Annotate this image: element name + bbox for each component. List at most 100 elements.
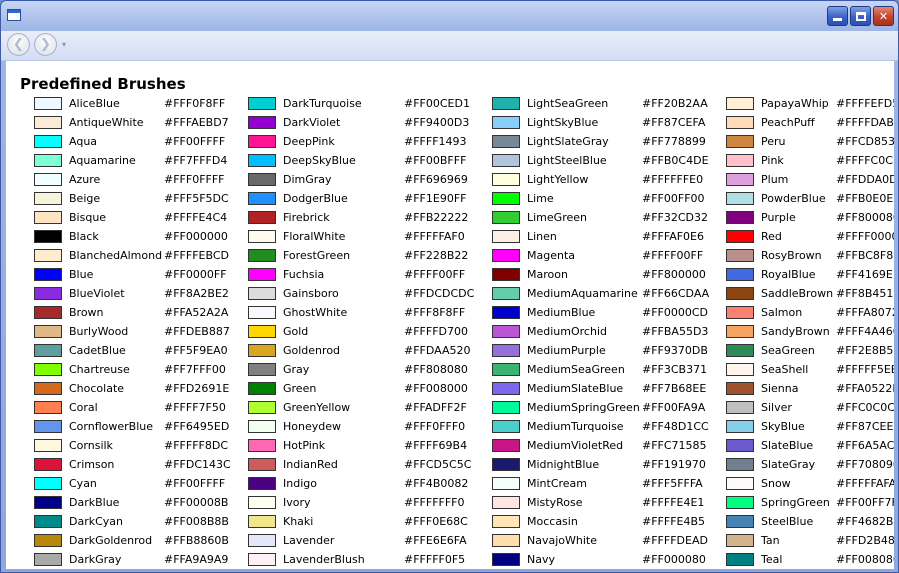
- brush-name: MediumVioletRed: [527, 439, 624, 452]
- brush-hex-value: #FF800080: [836, 211, 894, 224]
- color-swatch: [492, 306, 520, 319]
- color-swatch: [492, 344, 520, 357]
- brush-name: Snow: [761, 477, 791, 490]
- brush-hex-value: #FFFFE4B5: [642, 515, 706, 528]
- brush-hex-value: #FF32CD32: [642, 211, 709, 224]
- brush-hex-value: #FFFFFAFA: [836, 477, 894, 490]
- color-swatch: [248, 534, 276, 547]
- brush-name: Pink: [761, 154, 784, 167]
- color-swatch: [726, 344, 754, 357]
- color-swatch: [34, 553, 62, 566]
- brush-hex-value: #FFBA55D3: [642, 325, 709, 338]
- color-swatch: [492, 458, 520, 471]
- brush-name: GreenYellow: [283, 401, 351, 414]
- brush-name: PapayaWhip: [761, 97, 829, 110]
- color-swatch: [726, 325, 754, 338]
- maximize-button[interactable]: [850, 6, 871, 26]
- close-button[interactable]: ✕: [873, 6, 894, 26]
- brush-name: DarkTurquoise: [283, 97, 362, 110]
- brush-hex-value: #FF000080: [642, 553, 706, 566]
- history-dropdown-icon[interactable]: ▾: [62, 40, 66, 49]
- brush-hex-value: #FFF5F5DC: [164, 192, 229, 205]
- brush-name: MediumSpringGreen: [527, 401, 640, 414]
- brush-hex-value: #FFF8F8FF: [404, 306, 466, 319]
- brush-hex-value: #FFFF00FF: [642, 249, 704, 262]
- forward-button[interactable]: ❯: [34, 33, 57, 56]
- color-swatch: [34, 496, 62, 509]
- color-swatch: [34, 287, 62, 300]
- brush-name: LightSeaGreen: [527, 97, 609, 110]
- brush-name: Gainsboro: [283, 287, 339, 300]
- brush-name: Gray: [283, 363, 310, 376]
- brush-hex-value: #FFDCDCDC: [404, 287, 475, 300]
- brush-hex-value: #FFB8860B: [164, 534, 229, 547]
- color-swatch: [726, 496, 754, 509]
- brush-hex-value: #FFDC143C: [164, 458, 231, 471]
- brush-name: Aqua: [69, 135, 98, 148]
- brush-name: Teal: [761, 553, 783, 566]
- brush-name: MediumOrchid: [527, 325, 607, 338]
- brush-name: LightSkyBlue: [527, 116, 599, 129]
- brush-name: Tan: [761, 534, 780, 547]
- arrow-left-icon: ❮: [13, 37, 24, 52]
- brush-hex-value: #FFFFF8DC: [164, 439, 229, 452]
- color-swatch: [492, 420, 520, 433]
- brush-hex-value: #FFFF0000: [836, 230, 894, 243]
- title-bar[interactable]: ✕: [1, 1, 898, 31]
- color-swatch: [34, 344, 62, 357]
- brush-hex-value: #FF87CEEB: [836, 420, 894, 433]
- color-swatch: [34, 477, 62, 490]
- brush-name: Crimson: [69, 458, 115, 471]
- color-swatch: [248, 439, 276, 452]
- brush-hex-value: #FFFFE4C4: [164, 211, 228, 224]
- brush-hex-value: #FF8B4513: [836, 287, 894, 300]
- brush-hex-value: #FF9370DB: [642, 344, 708, 357]
- brush-hex-value: #FFFFFAF0: [404, 230, 465, 243]
- brush-name: LightYellow: [527, 173, 589, 186]
- brush-hex-value: #FFFFF5EE: [836, 363, 894, 376]
- brush-name: Aquamarine: [69, 154, 136, 167]
- color-swatch: [34, 154, 62, 167]
- brush-hex-value: #FFB0C4DE: [642, 154, 709, 167]
- brush-hex-value: #FF48D1CC: [642, 420, 709, 433]
- color-swatch: [492, 363, 520, 376]
- brush-name: Gold: [283, 325, 309, 338]
- color-swatch: [34, 230, 62, 243]
- back-button[interactable]: ❮: [7, 33, 30, 56]
- brush-hex-value: #FF4169E1: [836, 268, 894, 281]
- color-swatch: [492, 401, 520, 414]
- color-swatch: [726, 363, 754, 376]
- minimize-button[interactable]: [827, 6, 848, 26]
- color-swatch: [726, 515, 754, 528]
- brush-name: DarkCyan: [69, 515, 124, 528]
- color-swatch: [34, 325, 62, 338]
- brush-name: AntiqueWhite: [69, 116, 144, 129]
- brush-name: ForestGreen: [283, 249, 351, 262]
- page-title: Predefined Brushes: [20, 75, 186, 93]
- brush-name: Goldenrod: [283, 344, 341, 357]
- color-swatch: [726, 116, 754, 129]
- brush-hex-value: #FF008080: [836, 553, 894, 566]
- brush-hex-value: #FFDEB887: [164, 325, 230, 338]
- color-swatch: [492, 477, 520, 490]
- brush-name: Bisque: [69, 211, 107, 224]
- brush-hex-value: #FFFF00FF: [404, 268, 466, 281]
- brush-name: Chocolate: [69, 382, 125, 395]
- brush-hex-value: #FFDAA520: [404, 344, 471, 357]
- brush-name: PeachPuff: [761, 116, 815, 129]
- color-swatch: [492, 287, 520, 300]
- page-content: Predefined Brushes AliceBlue #FFF0F8FF Ant…: [6, 61, 894, 569]
- app-window-icon[interactable]: [7, 9, 21, 21]
- brush-hex-value: #FF3CB371: [642, 363, 708, 376]
- brush-name: Cyan: [69, 477, 97, 490]
- brush-name: FloralWhite: [283, 230, 346, 243]
- color-swatch: [726, 192, 754, 205]
- brush-name: SandyBrown: [761, 325, 830, 338]
- brush-hex-value: #FFFFDAB9: [836, 116, 894, 129]
- color-swatch: [492, 154, 520, 167]
- brush-name: Navy: [527, 553, 555, 566]
- brush-name: PowderBlue: [761, 192, 826, 205]
- color-swatch: [726, 382, 754, 395]
- color-swatch: [726, 97, 754, 110]
- color-swatch: [34, 515, 62, 528]
